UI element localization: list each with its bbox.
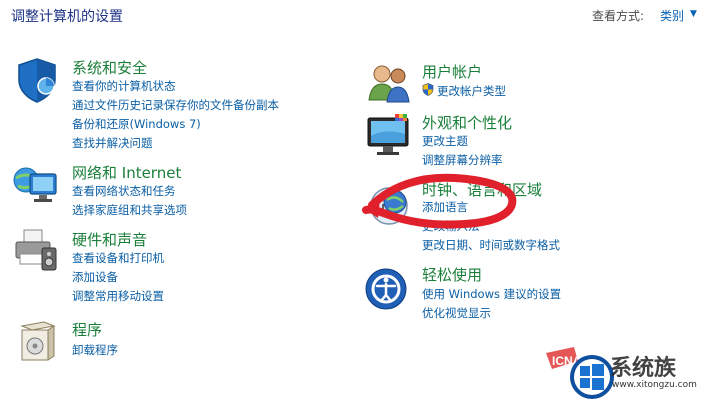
link-mobility-settings[interactable]: 调整常用移动设置: [72, 288, 164, 304]
link-homegroup-sharing[interactable]: 选择家庭组和共享选项: [72, 202, 187, 218]
users-icon[interactable]: [365, 58, 413, 106]
link-uninstall-program[interactable]: 卸载程序: [72, 342, 118, 358]
network-globe-icon[interactable]: [12, 160, 60, 208]
category-title-programs[interactable]: 程序: [72, 319, 102, 340]
link-change-input-method[interactable]: 更改输入法: [422, 218, 480, 234]
category-title-network-internet[interactable]: 网络和 Internet: [72, 162, 181, 183]
page-title: 调整计算机的设置: [11, 9, 123, 25]
uac-shield-icon: [422, 83, 434, 96]
chevron-down-icon[interactable]: ▼: [690, 9, 697, 19]
link-backup-restore[interactable]: 备份和还原(Windows 7): [72, 116, 201, 132]
clock-globe-icon[interactable]: [365, 182, 413, 230]
watermark-url: www.xitongzu.com: [612, 380, 697, 390]
printer-icon[interactable]: [12, 226, 60, 274]
category-title-ease-of-access[interactable]: 轻松使用: [422, 264, 482, 285]
link-add-language[interactable]: 添加语言: [422, 199, 468, 215]
view-by-label: 查看方式:: [592, 9, 645, 23]
programs-box-icon[interactable]: [14, 316, 62, 364]
ease-of-access-icon[interactable]: [364, 265, 412, 313]
monitor-icon[interactable]: [365, 112, 413, 160]
link-optimize-visual-display[interactable]: 优化视觉显示: [422, 305, 491, 321]
category-title-clock-language-region[interactable]: 时钟、语言和区域: [422, 179, 542, 200]
watermark-brand: 系统族: [610, 356, 677, 381]
category-title-hardware-sound[interactable]: 硬件和声音: [72, 229, 147, 250]
link-network-status[interactable]: 查看网络状态和任务: [72, 183, 176, 199]
link-change-account-type[interactable]: 更改帐户类型: [437, 83, 506, 99]
link-change-theme[interactable]: 更改主题: [422, 133, 468, 149]
category-title-system-security[interactable]: 系统和安全: [72, 57, 147, 78]
view-by-dropdown[interactable]: 类别: [660, 7, 684, 24]
link-file-history[interactable]: 通过文件历史记录保存你的文件备份副本: [72, 97, 279, 113]
link-change-date-time-format[interactable]: 更改日期、时间或数字格式: [422, 237, 560, 253]
system-security-shield-icon[interactable]: [13, 56, 61, 104]
link-view-computer-status[interactable]: 查看你的计算机状态: [72, 78, 176, 94]
category-title-appearance[interactable]: 外观和个性化: [422, 112, 512, 133]
link-add-device[interactable]: 添加设备: [72, 269, 118, 285]
link-screen-resolution[interactable]: 调整屏幕分辨率: [422, 152, 503, 168]
link-windows-suggested-settings[interactable]: 使用 Windows 建议的设置: [422, 286, 561, 302]
link-troubleshoot[interactable]: 查找并解决问题: [72, 135, 153, 151]
category-title-user-accounts[interactable]: 用户帐户: [422, 61, 482, 82]
link-devices-printers[interactable]: 查看设备和打印机: [72, 250, 164, 266]
